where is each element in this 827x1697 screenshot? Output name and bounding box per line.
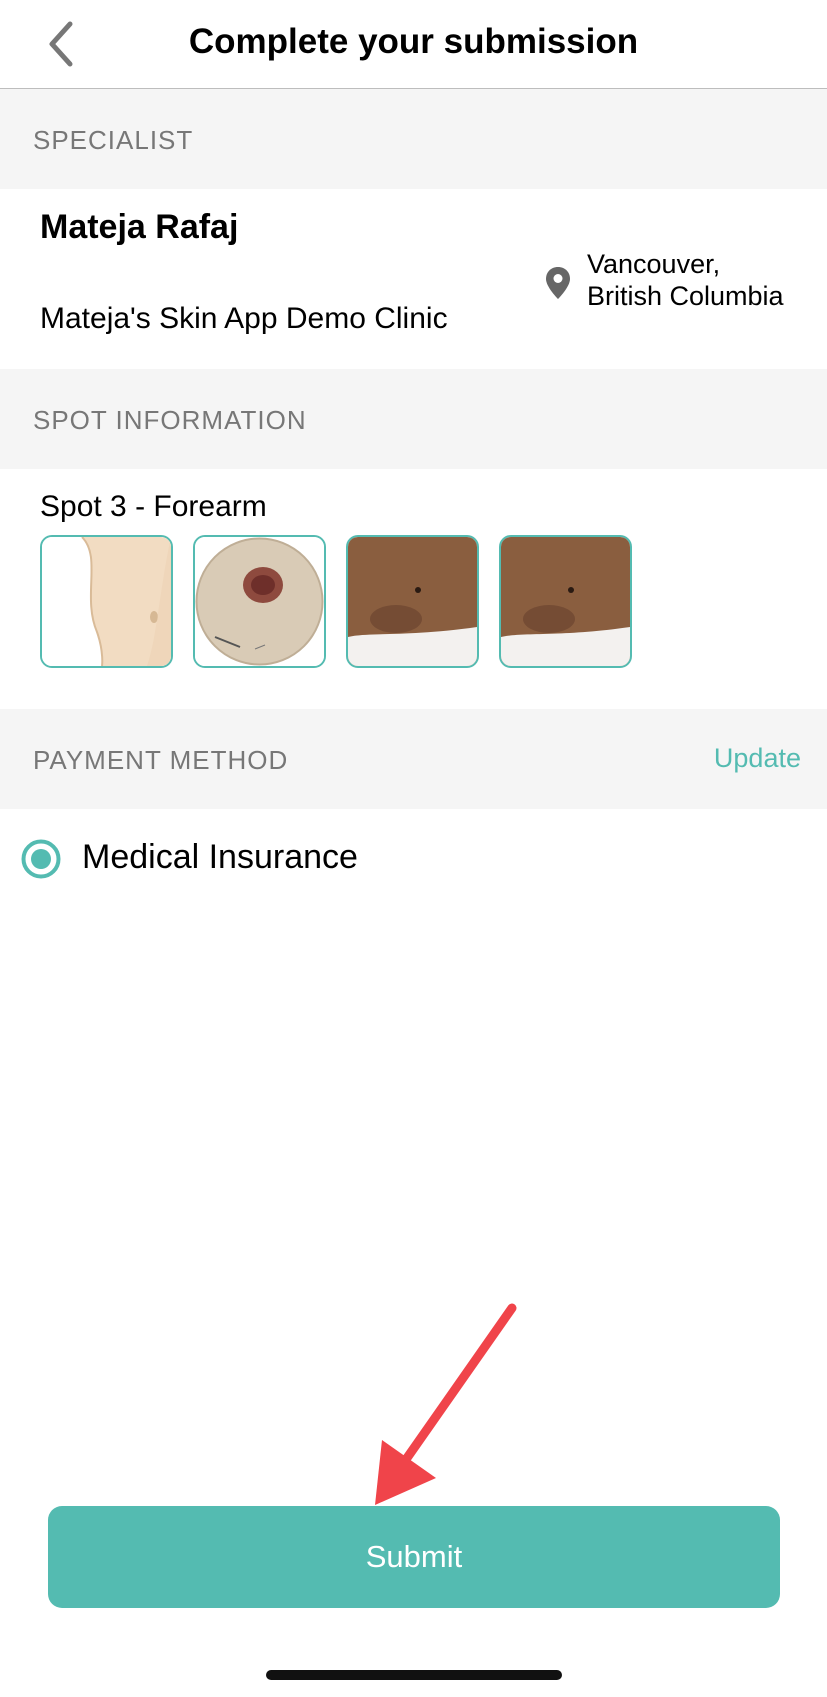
spot-title: Spot 3 - Forearm [40, 490, 267, 523]
payment-section-header: PAYMENT METHOD Update [0, 709, 827, 809]
location-city: Vancouver, [587, 249, 721, 279]
overview-image [501, 537, 630, 666]
spot-section-label: SPOT INFORMATION [33, 405, 307, 435]
update-payment-link[interactable]: Update [714, 743, 801, 774]
dermoscopy-image [195, 537, 324, 666]
location-province: British Columbia [587, 281, 784, 311]
header-bar: Complete your submission [0, 0, 827, 89]
map-pin-icon [546, 267, 570, 299]
payment-method-label[interactable]: Medical Insurance [82, 838, 358, 877]
annotation-arrow-icon [375, 1303, 517, 1505]
home-indicator [266, 1670, 562, 1680]
page-title: Complete your submission [188, 22, 639, 61]
spot-photo-overview-1[interactable] [346, 535, 479, 668]
specialist-section-header: SPECIALIST [0, 89, 827, 189]
overview-image [348, 537, 477, 666]
clinic-location: Vancouver, British Columbia [587, 248, 784, 312]
spot-photo-overview-2[interactable] [499, 535, 632, 668]
spot-photo-dermoscopy[interactable] [193, 535, 326, 668]
payment-section-label: PAYMENT METHOD [33, 745, 289, 775]
specialist-section-label: SPECIALIST [33, 125, 194, 155]
spot-photo-body-map[interactable] [40, 535, 173, 668]
submit-button[interactable]: Submit [48, 1506, 780, 1608]
spot-section-header: SPOT INFORMATION [0, 369, 827, 469]
clinic-name: Mateja's Skin App Demo Clinic [40, 302, 448, 335]
payment-radio-selected[interactable] [21, 839, 61, 879]
specialist-name: Mateja Rafaj [40, 208, 239, 246]
body-map-image [42, 537, 171, 666]
